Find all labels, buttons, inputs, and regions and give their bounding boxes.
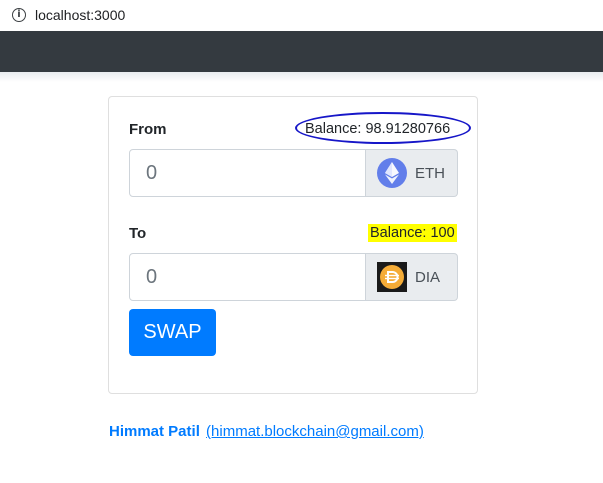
navbar: [0, 31, 603, 72]
navbar-shadow: [0, 72, 603, 82]
swap-button[interactable]: SWAP: [129, 309, 216, 356]
from-amount-input[interactable]: [129, 149, 366, 197]
to-balance: Balance: 100: [368, 224, 457, 242]
footer: Himmat Patil (himmat.blockchain@gmail.co…: [109, 423, 424, 440]
address-bar[interactable]: i localhost:3000: [0, 0, 603, 30]
balance-annotation-circle: [295, 112, 471, 144]
from-label: From: [129, 121, 167, 138]
to-input-group: DIA: [129, 253, 458, 301]
info-icon[interactable]: i: [12, 8, 26, 22]
from-token-name: ETH: [415, 164, 445, 182]
author-name: Himmat Patil: [109, 423, 200, 440]
ethereum-icon: [377, 158, 407, 188]
to-token-addon: DIA: [366, 253, 458, 301]
dai-icon: [377, 262, 407, 292]
to-token-name: DIA: [415, 268, 441, 286]
from-input-group: ETH: [129, 149, 458, 197]
from-token-addon: ETH: [366, 149, 458, 197]
email-link[interactable]: (himmat.blockchain@gmail.com): [206, 423, 424, 440]
to-amount-input[interactable]: [129, 253, 366, 301]
url-text[interactable]: localhost:3000: [35, 7, 125, 23]
to-label: To: [129, 225, 147, 242]
